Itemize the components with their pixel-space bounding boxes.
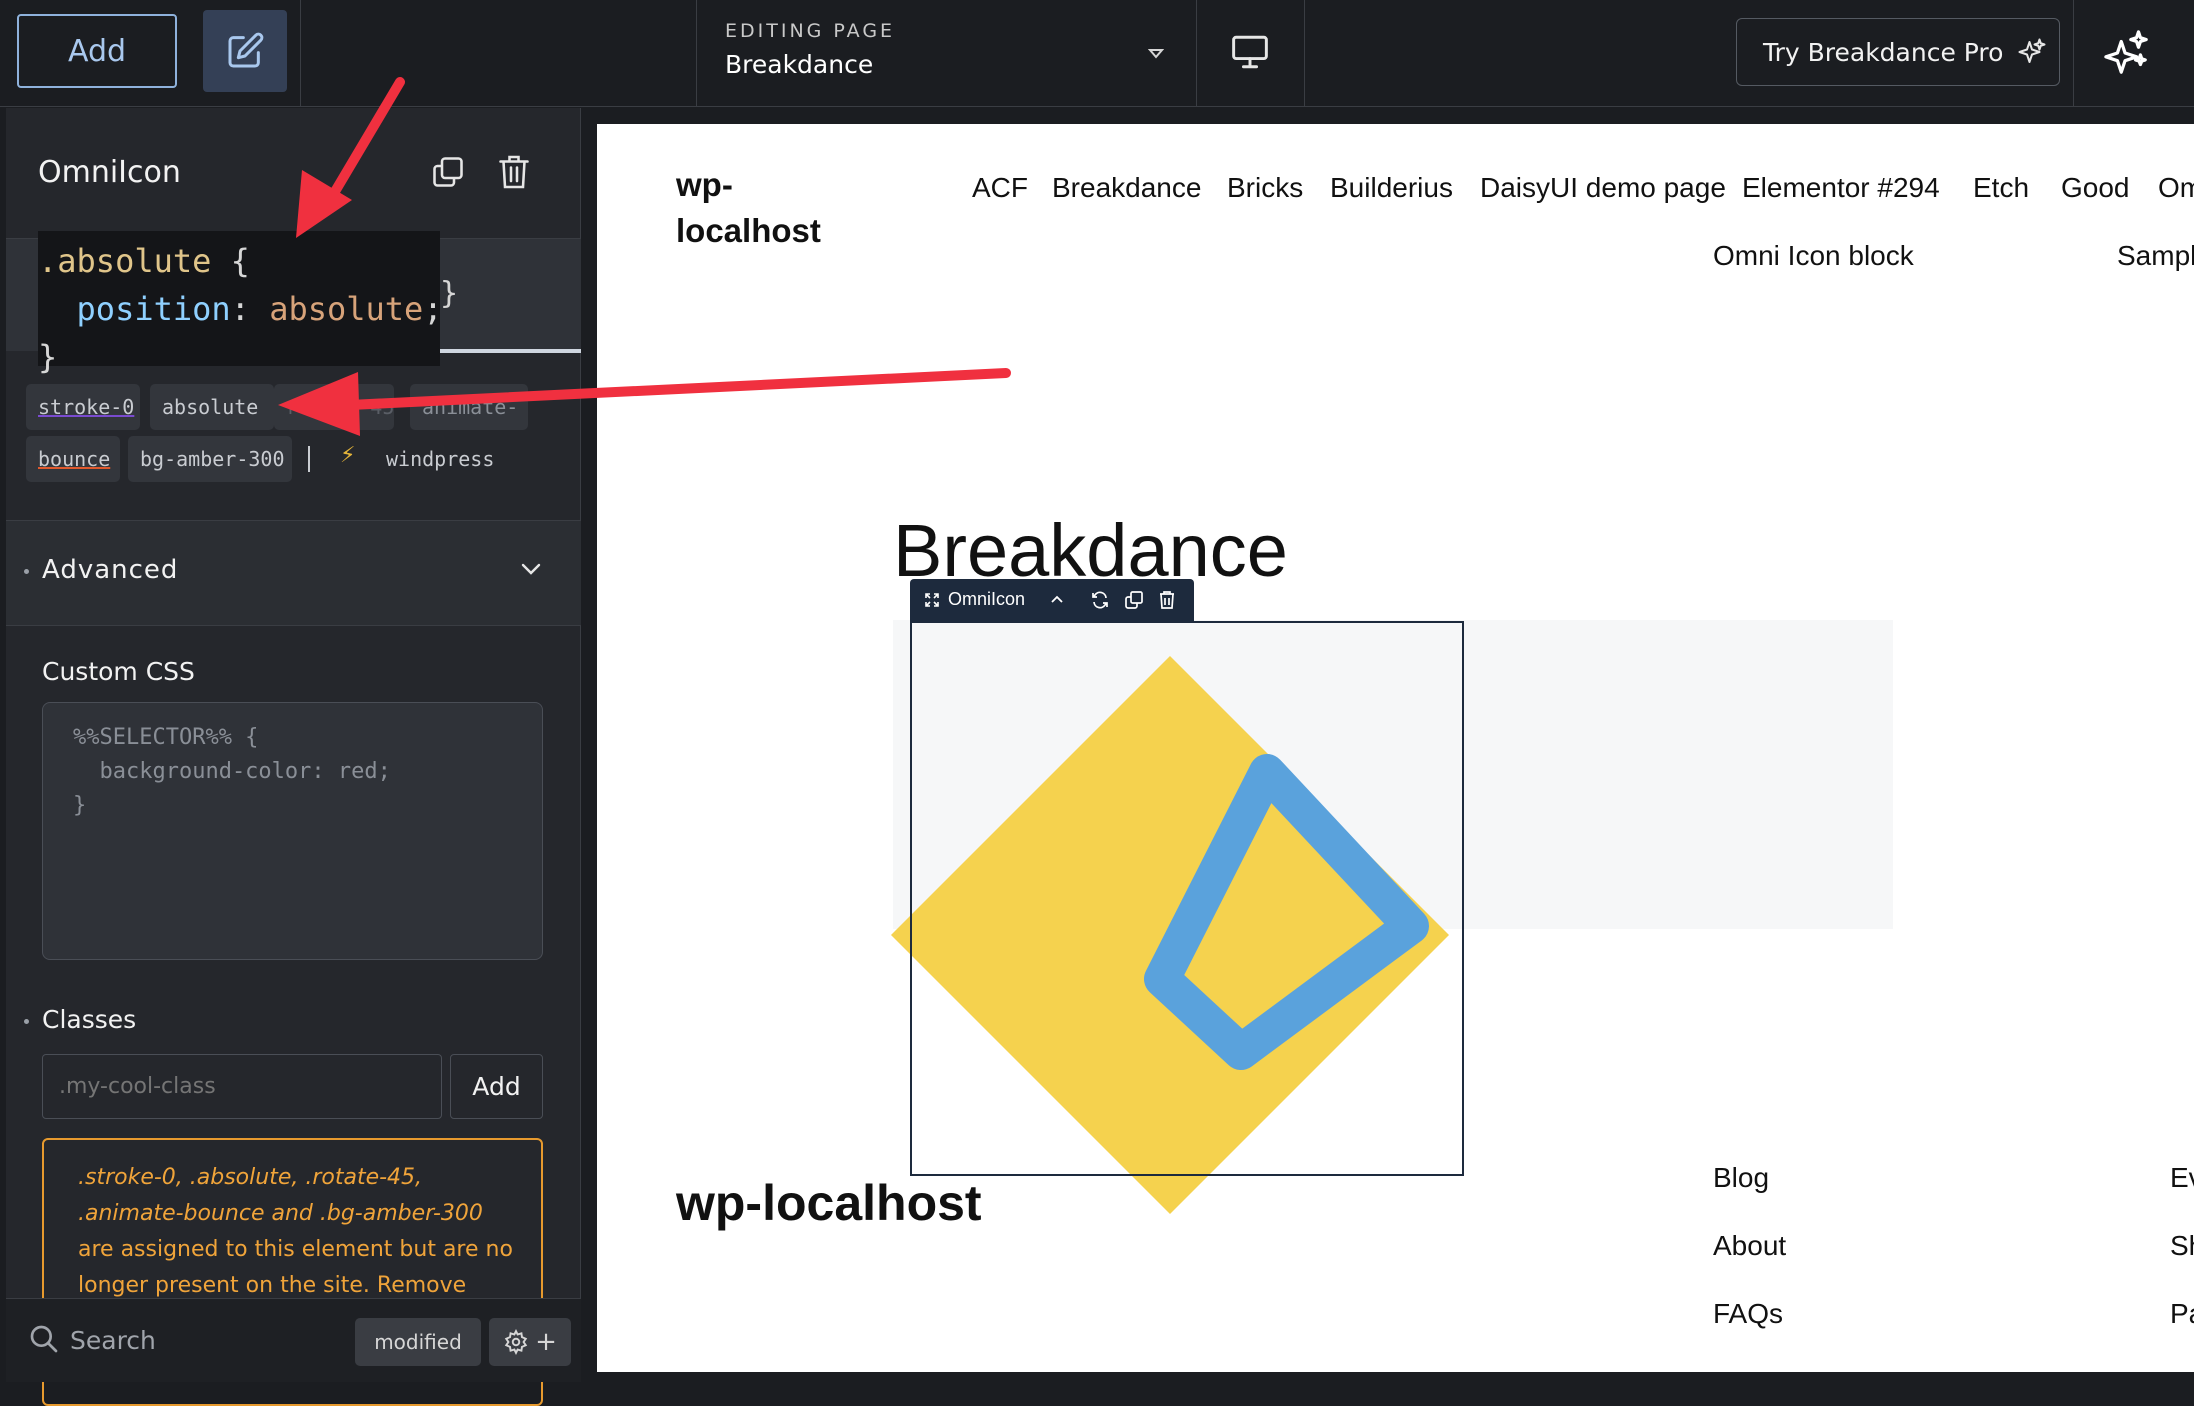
topbar-divider	[300, 0, 301, 107]
class-chip[interactable]: absolute	[150, 384, 274, 430]
topbar-divider	[2073, 0, 2074, 107]
class-chip[interactable]: bg-amber-300	[128, 436, 292, 482]
footer-link[interactable]: FAQs	[1713, 1298, 1783, 1330]
chevron-down-icon	[520, 561, 542, 580]
topbar-divider	[1304, 0, 1305, 107]
try-pro-button[interactable]: Try Breakdance Pro	[1736, 18, 2060, 86]
bullet-dot	[24, 1019, 29, 1024]
code-property: position	[76, 290, 231, 328]
duplicate-icon[interactable]	[430, 154, 466, 194]
editing-page-label: EDITING PAGE	[725, 20, 896, 42]
warning-classes: .stroke-0, .absolute, .rotate-45, .anima…	[78, 1165, 483, 1226]
modified-filter-button[interactable]: modified	[355, 1318, 481, 1366]
toolbar-element-label: OmniIcon	[948, 589, 1026, 609]
search-label[interactable]: Search	[70, 1326, 156, 1355]
class-chip[interactable]: rotate-45	[274, 384, 394, 430]
footer-link[interactable]: About	[1713, 1230, 1786, 1262]
classes-label: Classes	[42, 1005, 137, 1034]
try-pro-label: Try Breakdance Pro	[1763, 37, 2004, 67]
warning-message: are assigned to this element but are no …	[78, 1237, 513, 1298]
delete-icon[interactable]	[1158, 590, 1176, 610]
bullet-dot	[24, 569, 29, 574]
code-close-brace: }	[38, 338, 58, 376]
edit-button[interactable]	[203, 10, 287, 92]
editing-page-name[interactable]: Breakdance	[725, 50, 873, 79]
page-dropdown-icon[interactable]	[1147, 44, 1165, 63]
code-brace-tail: }	[440, 276, 459, 311]
footer-link[interactable]: Blog	[1713, 1162, 1769, 1194]
plus-icon: +	[535, 1327, 557, 1357]
panel-bottom-bar: Search modified +	[6, 1298, 581, 1382]
code-open-brace: {	[230, 242, 250, 280]
element-settings-panel: OmniIcon .absolute { position: absolute;…	[0, 108, 581, 1406]
chip-divider	[308, 446, 310, 472]
element-toolbar: OmniIcon	[910, 579, 1194, 621]
css-preview-tooltip: .absolute { position: absolute; }	[38, 231, 443, 376]
footer-link[interactable]: Ev	[2170, 1162, 2194, 1194]
duplicate-icon[interactable]	[1124, 590, 1144, 610]
windpress-label[interactable]: windpress	[386, 447, 494, 471]
page-preview[interactable]: wp- localhost ACF Breakdance Bricks Buil…	[597, 124, 2194, 1372]
edit-icon	[228, 32, 264, 68]
footer-logo[interactable]: wp-localhost	[676, 1174, 982, 1232]
add-button[interactable]: Add	[17, 14, 177, 88]
topbar-divider	[696, 0, 697, 107]
ai-sparkles-icon[interactable]	[2104, 30, 2150, 80]
code-selector: .absolute	[38, 242, 212, 280]
gear-icon	[504, 1329, 528, 1355]
refresh-icon[interactable]	[1090, 590, 1110, 610]
canvas-area: wp- localhost ACF Breakdance Bricks Buil…	[582, 108, 2194, 1382]
class-name-input[interactable]	[42, 1054, 442, 1119]
class-chip[interactable]: animate-	[410, 384, 528, 430]
top-bar: Add EDITING PAGE Breakdance Try Breakdan…	[0, 0, 2194, 107]
move-icon[interactable]	[924, 592, 940, 608]
footer-link[interactable]: Sh	[2170, 1230, 2194, 1262]
bolt-icon: ⚡	[340, 443, 356, 468]
advanced-section-toggle[interactable]: Advanced	[6, 520, 581, 626]
topbar-divider	[1196, 0, 1197, 107]
code-value: absolute	[269, 290, 424, 328]
element-title: OmniIcon	[38, 155, 181, 190]
sparkle-icon	[2018, 38, 2046, 63]
advanced-label: Advanced	[42, 555, 179, 585]
active-tab-indicator	[440, 349, 581, 353]
footer-link[interactable]: Pa	[2170, 1298, 2194, 1330]
custom-css-editor[interactable]: %%SELECTOR%% { background-color: red; }	[42, 702, 543, 960]
search-icon[interactable]	[28, 1323, 60, 1359]
desktop-icon[interactable]	[1230, 34, 1270, 74]
settings-add-button[interactable]: +	[489, 1318, 571, 1366]
chevron-up-icon[interactable]	[1050, 594, 1064, 604]
custom-css-label: Custom CSS	[42, 657, 195, 686]
add-class-button[interactable]: Add	[450, 1054, 543, 1119]
class-chip[interactable]: bounce	[26, 436, 120, 482]
delete-icon[interactable]	[496, 152, 532, 196]
class-chip[interactable]: stroke-0	[26, 384, 140, 430]
selection-outline	[910, 621, 1464, 1176]
